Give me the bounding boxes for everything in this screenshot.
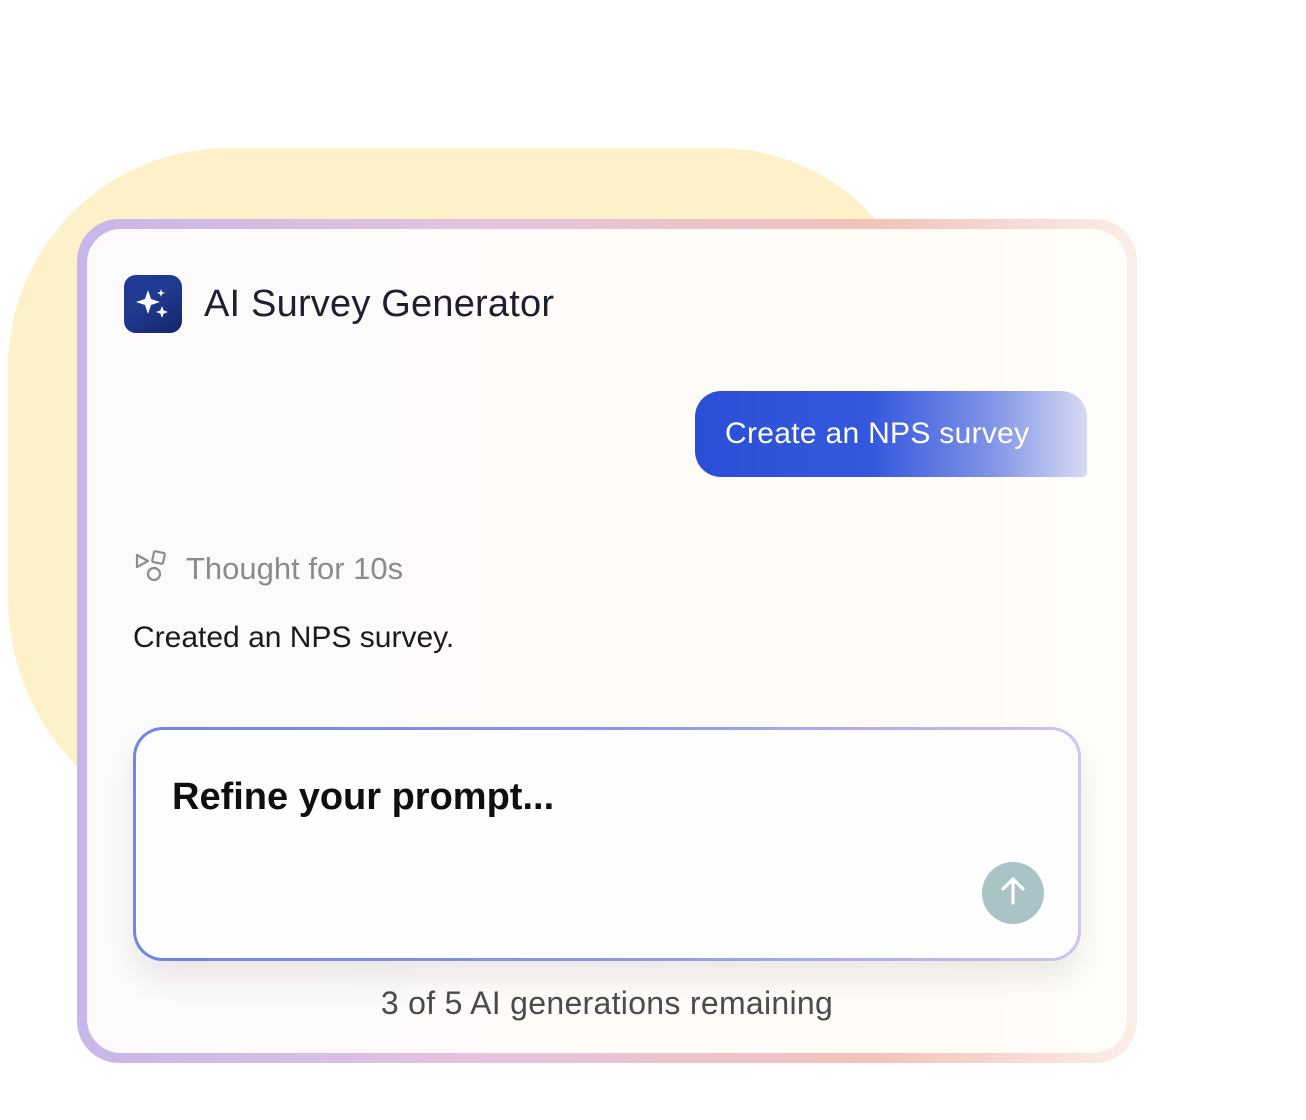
user-message-bubble: Create an NPS survey: [695, 391, 1087, 477]
prompt-input[interactable]: Refine your prompt...: [133, 727, 1081, 961]
thought-label: Thought for 10s: [186, 550, 404, 586]
thought-indicator[interactable]: Thought for 10s: [134, 549, 403, 588]
send-button[interactable]: [982, 862, 1044, 924]
generations-remaining: 3 of 5 AI generations remaining: [380, 985, 834, 1021]
prompt-placeholder: Refine your prompt...: [172, 776, 555, 818]
ai-survey-generator-panel: AI Survey Generator Create an NPS survey…: [87, 229, 1127, 1053]
card-frame: AI Survey Generator Create an NPS survey…: [77, 219, 1137, 1063]
arrow-up-icon: [995, 873, 1031, 914]
app-title: AI Survey Generator: [204, 282, 555, 325]
shapes-icon: [134, 549, 168, 588]
assistant-reply: Created an NPS survey.: [133, 621, 455, 654]
panel-header: AI Survey Generator: [124, 275, 554, 333]
sparkles-icon: [124, 275, 182, 333]
user-message-text: Create an NPS survey: [725, 417, 1030, 450]
